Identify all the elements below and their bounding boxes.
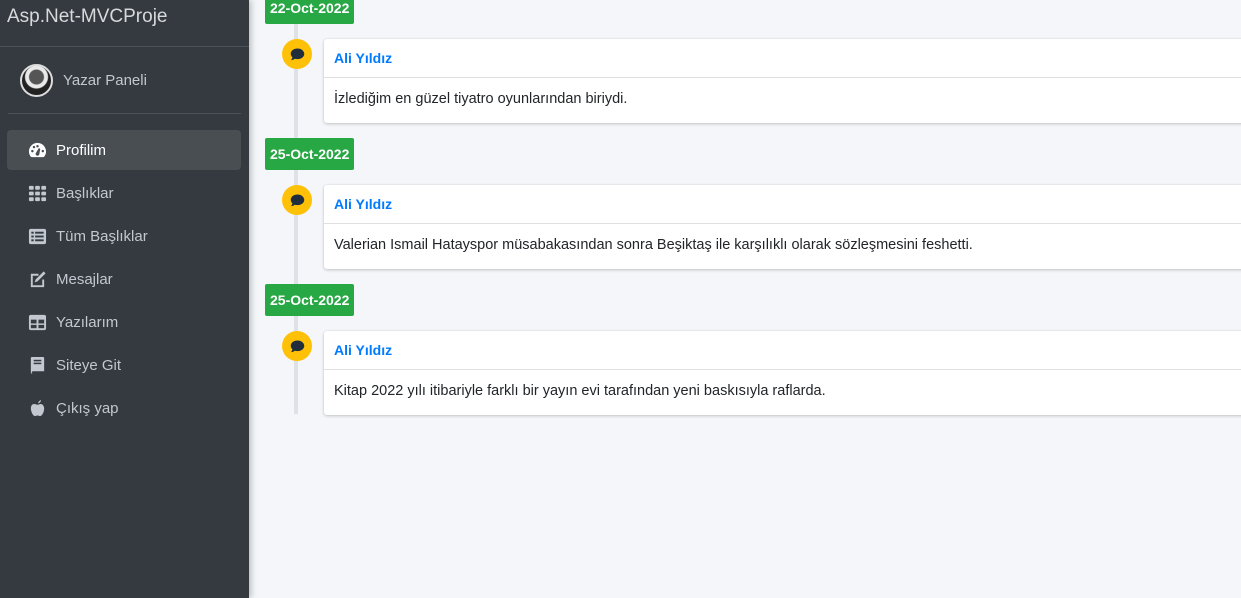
card-text: İzlediğim en güzel tiyatro oyunlarından … (334, 91, 628, 107)
edit-icon (27, 269, 47, 289)
nav-item-tum-basliklar[interactable]: Tüm Başlıklar (7, 216, 241, 256)
nav-label: Yazılarım (56, 313, 119, 331)
nav-item-yazilarim[interactable]: Yazılarım (7, 302, 241, 342)
nav-label: Siteye Git (56, 356, 122, 374)
timeline-date-badge: 25-Oct-2022 (265, 138, 355, 170)
list-icon (27, 226, 47, 246)
timeline-card: Ali Yıldız Valerian Ismail Hatayspor müs… (324, 185, 1241, 269)
card-text: Valerian Ismail Hatayspor müsabakasından… (334, 237, 973, 253)
tachometer-icon (27, 140, 47, 160)
book-icon (27, 355, 47, 375)
nav-label: Başlıklar (56, 184, 114, 202)
comment-icon (282, 39, 312, 69)
apple-icon (27, 398, 47, 418)
timeline-date-badge: 25-Oct-2022 (265, 284, 355, 316)
card-author[interactable]: Ali Yıldız (324, 331, 1241, 370)
nav-label: Çıkış yap (56, 399, 119, 417)
sidebar-nav: Profilim Başlıklar Tüm Başlıklar Mesajla… (0, 130, 249, 428)
grid-icon (27, 183, 47, 203)
timeline-date-badge: 22-Oct-2022 (265, 0, 355, 24)
card-author[interactable]: Ali Yıldız (324, 185, 1241, 224)
table-icon (27, 312, 47, 332)
sidebar: Asp.Net-MVCProje Yazar Paneli Profilim B… (0, 0, 249, 598)
nav-label: Mesajlar (56, 270, 113, 288)
comment-icon (282, 185, 312, 215)
card-author[interactable]: Ali Yıldız (324, 39, 1241, 78)
nav-item-mesajlar[interactable]: Mesajlar (7, 259, 241, 299)
nav-label: Profilim (56, 141, 107, 159)
nav-item-basliklar[interactable]: Başlıklar (7, 173, 241, 213)
brand-link[interactable]: Asp.Net-MVCProje (0, 0, 249, 47)
nav-item-cikis-yap[interactable]: Çıkış yap (7, 388, 241, 428)
timeline-card: Ali Yıldız Kitap 2022 yılı itibariyle fa… (324, 331, 1241, 415)
nav-item-profilim[interactable]: Profilim (7, 130, 241, 170)
timeline-card: Ali Yıldız İzlediğim en güzel tiyatro oy… (324, 39, 1241, 123)
main-content: 22-Oct-2022 Ali Yıldız İzlediğim en güze… (249, 0, 1241, 598)
nav-item-siteye-git[interactable]: Siteye Git (7, 345, 241, 385)
card-text: Kitap 2022 yılı itibariyle farklı bir ya… (334, 383, 826, 399)
comment-icon (282, 331, 312, 361)
avatar[interactable] (20, 63, 53, 97)
user-panel[interactable]: Yazar Paneli (8, 47, 241, 114)
user-name[interactable]: Yazar Paneli (63, 72, 147, 89)
nav-label: Tüm Başlıklar (56, 227, 148, 245)
